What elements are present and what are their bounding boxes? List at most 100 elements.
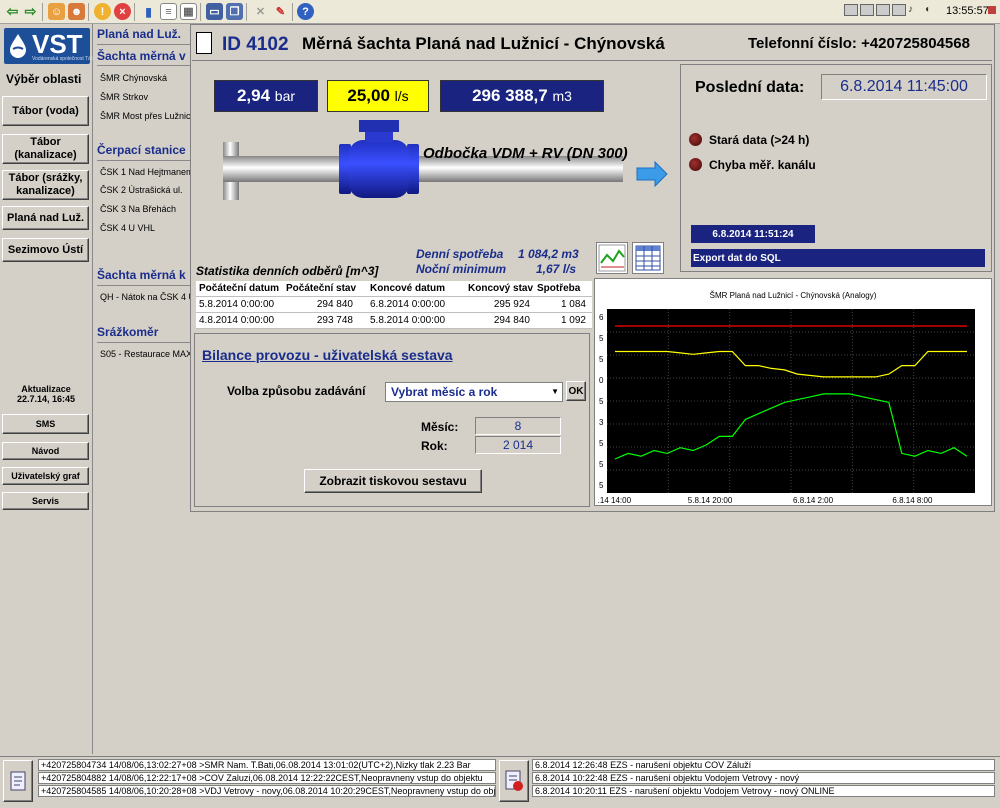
- stop-icon[interactable]: ×: [114, 3, 131, 20]
- area-button-sezimovo[interactable]: Sezimovo Ústí: [2, 238, 89, 262]
- col-consumption: Spotřeba: [537, 283, 581, 294]
- alarm-entry[interactable]: 6.8.2014 12:26:48 EZS - narušení objektu…: [532, 759, 995, 771]
- windows-icon[interactable]: ❐: [226, 3, 243, 20]
- flow-direction-arrow-icon: [636, 160, 668, 188]
- table-row[interactable]: 5.8.2014 0:00:00 294 840 6.8.2014 0:00:0…: [196, 297, 592, 313]
- area-button-tabor-voda[interactable]: Tábor (voda): [2, 96, 89, 126]
- col-start-state: Počáteční stav: [286, 283, 357, 294]
- connect-icon[interactable]: ✎: [272, 3, 289, 20]
- volume-icon[interactable]: ◖: [924, 4, 938, 16]
- alarm-icon[interactable]: !: [94, 3, 111, 20]
- sms-button[interactable]: SMS: [2, 414, 89, 434]
- log-entry[interactable]: +420725804882 14/08/06,12:22:17+08 >COV …: [38, 772, 496, 784]
- area-button-tabor-kanalizace[interactable]: Tábor (kanalizace): [2, 134, 89, 164]
- service-button[interactable]: Servis: [2, 492, 89, 510]
- y-tick-label: 6: [599, 313, 604, 322]
- month-field[interactable]: 8: [475, 417, 561, 435]
- y-tick-label: 5: [599, 439, 604, 448]
- list-item[interactable]: ČSK 1 Nad Hejtmanem: [100, 167, 192, 177]
- bilance-panel: Bilance provozu - uživatelská sestava Vo…: [194, 333, 590, 507]
- manual-button[interactable]: Návod: [2, 442, 89, 460]
- current-time: 6.8.2014 11:51:24: [691, 225, 815, 243]
- chevron-down-icon: ▼: [551, 387, 559, 396]
- list-item[interactable]: ŠMR Chýnovská: [100, 73, 192, 83]
- bar-chart-icon[interactable]: ▮: [140, 3, 157, 20]
- area-button-tabor-srazky[interactable]: Tábor (srážky, kanalizace): [2, 170, 89, 200]
- document-icon[interactable]: ≡: [160, 3, 177, 20]
- alarm-entry[interactable]: 6.8.2014 10:22:48 EZS - narušení objektu…: [532, 772, 995, 784]
- x-tick-label: .14 14:00: [598, 496, 632, 503]
- year-label: Rok:: [421, 439, 448, 453]
- y-tick-label: 5: [599, 355, 604, 364]
- old-data-indicator-icon: [689, 133, 702, 146]
- monitor-icon[interactable]: ▭: [206, 3, 223, 20]
- alarm-document-icon: [505, 770, 523, 791]
- show-report-button[interactable]: Zobrazit tiskovou sestavu: [304, 469, 482, 493]
- cell: 294 840: [316, 299, 353, 310]
- network-icon: [860, 4, 874, 16]
- vst-logo: VST Vodárenská společnost Táborsko: [4, 28, 106, 64]
- station-header: ID 4102 Měrná šachta Planá nad Lužnicí -…: [192, 29, 992, 61]
- log-entry[interactable]: +420725804734 14/08/06,13:02:27+08 >SMR …: [38, 759, 496, 771]
- alarm-log-button[interactable]: [499, 760, 529, 802]
- daily-consumption-value: 1 084,2 m3: [518, 247, 579, 261]
- night-minimum-label: Noční minimum: [416, 262, 507, 276]
- back-arrow-icon[interactable]: ⇦: [4, 3, 21, 20]
- y-tick-label: 0: [599, 376, 604, 385]
- col-end-state: Koncový stav: [468, 283, 534, 294]
- table-row[interactable]: 4.8.2014 0:00:00 293 748 5.8.2014 0:00:0…: [196, 313, 592, 329]
- list-item[interactable]: ČSK 2 Ústrašická ul.: [100, 185, 192, 195]
- log-entry[interactable]: +420725804585 14/08/06,10:20:28+08 >VDJ …: [38, 785, 496, 797]
- pressure-value: 2,94: [236, 86, 271, 105]
- forward-arrow-icon[interactable]: ⇨: [22, 3, 39, 20]
- cell: 295 924: [493, 299, 530, 310]
- user-icon[interactable]: ☺: [48, 3, 65, 20]
- list-item[interactable]: S05 - Restaurace MAX: [100, 349, 192, 359]
- sms-log-button[interactable]: [3, 760, 33, 802]
- stats-title: Statistika denních odběrů [m^3]: [196, 264, 379, 278]
- year-field[interactable]: 2 014: [475, 436, 561, 454]
- line-chart-icon: [598, 244, 626, 272]
- ok-button[interactable]: OK: [566, 381, 586, 401]
- close-tray-icon[interactable]: [988, 6, 996, 14]
- cell: 4.8.2014 0:00:00: [199, 315, 275, 326]
- station-title: Měrná šachta Planá nad Lužnicí - Chýnovs…: [302, 34, 665, 53]
- station-id: ID 4102: [222, 34, 289, 55]
- list-item[interactable]: QH - Nátok na ČSK 4 U VHL: [100, 292, 192, 302]
- disconnect-icon[interactable]: ✕: [252, 3, 269, 20]
- area-button-plana[interactable]: Planá nad Luž.: [2, 206, 89, 230]
- chart-title: ŠMR Planá nad Lužnicí - Chýnovská (Analo…: [709, 291, 877, 300]
- y-tick-label: 5: [599, 481, 604, 490]
- update-label: Aktualizace: [21, 384, 71, 394]
- chart-svg: 6 5 5 0 5 3 5 5 5 .14 14:00 5.8.14 20:00 6.8.14 2:0…: [598, 309, 975, 503]
- channel-error-label: Chyba měř. kanálu: [709, 158, 816, 172]
- export-sql-button[interactable]: Export dat do SQL: [691, 249, 985, 267]
- mode-select[interactable]: Vybrat měsíc a rok ▼: [385, 382, 563, 402]
- list-item[interactable]: ŠMR Strkov: [100, 92, 192, 102]
- speaker-icon[interactable]: ♪: [908, 4, 922, 16]
- user-chart-button[interactable]: Uživatelský graf: [2, 467, 89, 485]
- table-view-button[interactable]: [632, 242, 664, 274]
- help-icon[interactable]: ?: [297, 3, 314, 20]
- x-tick-label: 5.8.14 20:00: [688, 496, 733, 503]
- cell: 1 084: [560, 299, 586, 310]
- total-value: 296 388,7: [472, 86, 548, 105]
- month-label: Měsíc:: [421, 420, 459, 434]
- user-logout-icon[interactable]: ☻: [68, 3, 85, 20]
- line-chart-button[interactable]: [596, 242, 628, 274]
- list-item[interactable]: ČSK 4 U VHL: [100, 223, 192, 233]
- x-tick-label: 6.8.14 2:00: [793, 496, 834, 503]
- sidebar: VST Vodárenská společnost Táborsko Výběr…: [0, 24, 106, 754]
- cell: 6.8.2014 0:00:00: [370, 299, 446, 310]
- y-tick-label: 5: [599, 460, 604, 469]
- log-panel: +420725804734 14/08/06,13:02:27+08 >SMR …: [0, 756, 1000, 808]
- table-icon[interactable]: ▦: [180, 3, 197, 20]
- area-title: Planá nad Luž.: [97, 27, 182, 41]
- list-item[interactable]: ŠMR Most přes Lužnici: [100, 111, 192, 121]
- flow-display: 25,00 l/s: [327, 80, 429, 112]
- flow-unit: l/s: [394, 88, 409, 104]
- alarm-entry[interactable]: 6.8.2014 10:20:11 EZS - narušení objektu…: [532, 785, 995, 797]
- y-tick-label: 3: [599, 418, 604, 427]
- toolbar: ⇦ ⇨ ☺ ☻ ! × ▮ ≡ ▦ ▭ ❐ ✕ ✎ ? ♪ ◖ 13:55:57: [0, 0, 1000, 24]
- list-item[interactable]: ČSK 3 Na Břehách: [100, 204, 192, 214]
